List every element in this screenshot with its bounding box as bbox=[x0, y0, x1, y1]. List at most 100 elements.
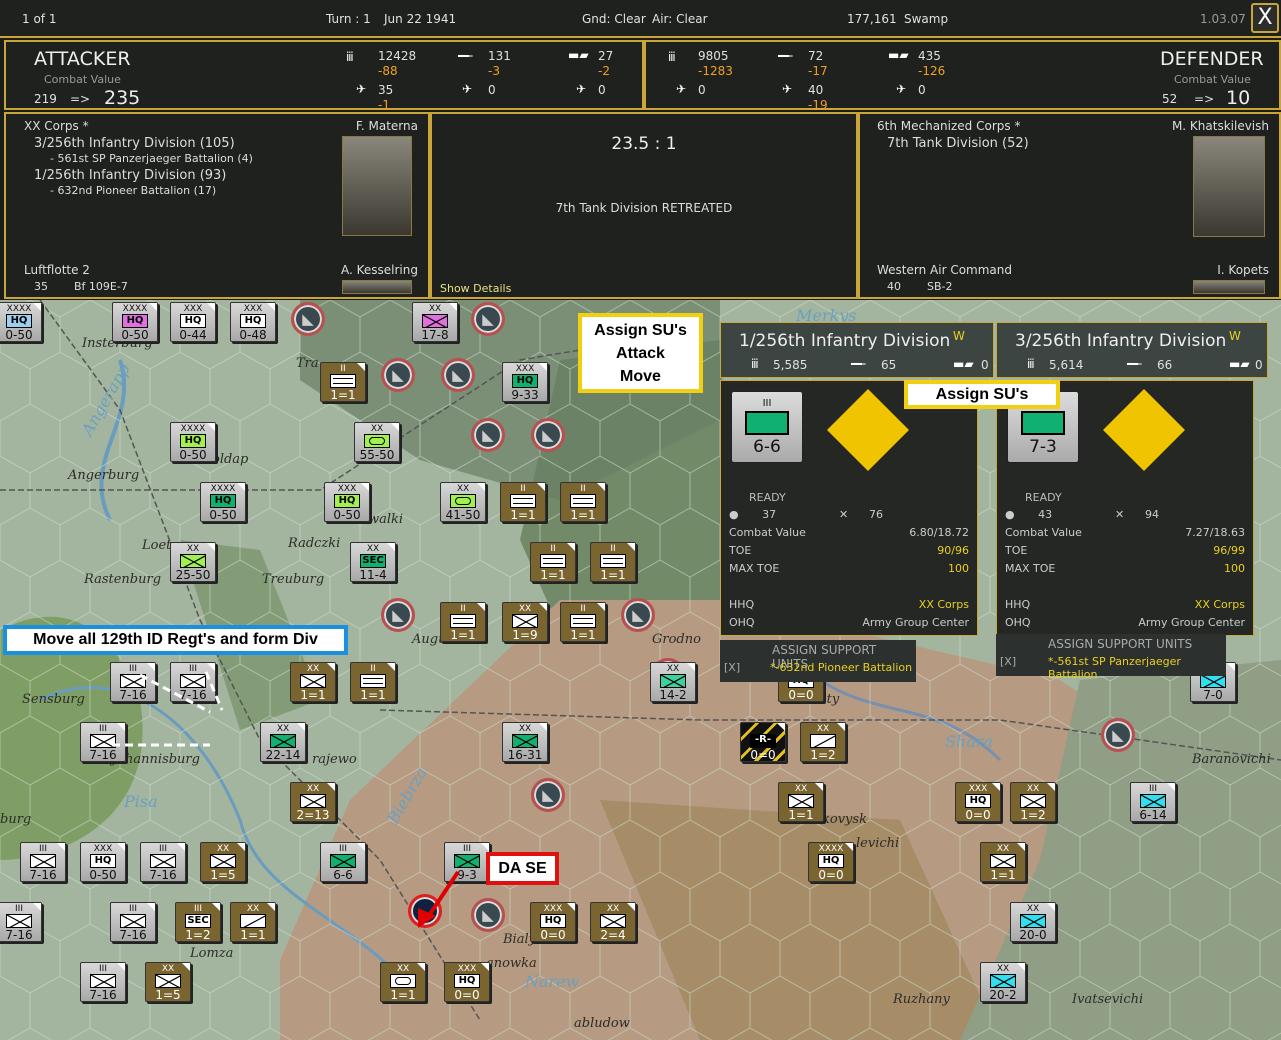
attacker-air-type: Bf 109E-7 bbox=[74, 280, 128, 293]
unit-guns: 66 bbox=[1157, 358, 1173, 372]
gun-icon: ━╾ bbox=[851, 357, 866, 371]
supply-row: ● 43 ✕ 94 bbox=[1005, 508, 1245, 522]
su-header: ASSIGN SUPPORT UNITS bbox=[1048, 637, 1193, 651]
fighter-icon: ✈ bbox=[676, 82, 687, 96]
defender-forces-panel: 6th Mechanized Corps * 7th Tank Division… bbox=[858, 112, 1281, 299]
tank-icon: ▬▰ bbox=[1229, 357, 1250, 371]
supply-row: ● 37 ✕ 76 bbox=[729, 508, 969, 522]
ohq-value[interactable]: Army Group Center bbox=[1138, 616, 1245, 629]
toe-value: 96/99 bbox=[1213, 544, 1245, 557]
unit-detail-title-2: 3/256th Infantry Division W ⅲ 5,614 ━╾ 6… bbox=[996, 322, 1268, 378]
attacker-afv-loss: -2 bbox=[598, 64, 610, 78]
max-toe-value: 100 bbox=[1224, 562, 1245, 575]
attacker-support-unit: - 561st SP Panzerjaeger Battalion (4) bbox=[50, 152, 253, 165]
attacker-air-count: 35 bbox=[34, 280, 48, 293]
unit-size: III bbox=[762, 398, 772, 409]
top-status-bar: 1 of 1 Turn : 1 Jun 22 1941 Gnd: Clear A… bbox=[0, 0, 1281, 38]
men-icon: ⅲ bbox=[346, 50, 354, 64]
defender-air-command: Western Air Command bbox=[877, 263, 1012, 277]
attacker-corps: XX Corps * bbox=[24, 119, 89, 133]
cv-value: 6.80/18.72 bbox=[909, 526, 969, 539]
hhq-value[interactable]: XX Corps bbox=[1195, 598, 1245, 611]
air-weather: Air: Clear bbox=[652, 12, 708, 26]
attacker-cv-to: 235 bbox=[104, 87, 141, 109]
su-unit[interactable]: *-632nd Pioneer Battalion bbox=[770, 661, 912, 674]
hhq-value[interactable]: XX Corps bbox=[919, 598, 969, 611]
turn: Turn : 1 bbox=[326, 12, 371, 26]
attacker-bombers: 0 bbox=[488, 83, 496, 97]
show-details-link[interactable]: Show Details bbox=[440, 282, 511, 295]
unit-men: 5,614 bbox=[1049, 358, 1084, 372]
defender-men-loss: -1283 bbox=[698, 64, 733, 78]
toe-label: TOE bbox=[1005, 544, 1028, 557]
unit-detail-body-2: III 7-3 READY ● 43✕94 Combat Value7.27/1… bbox=[996, 380, 1254, 636]
defender-other-air: 0 bbox=[918, 83, 926, 97]
defender-guns-loss: -17 bbox=[808, 64, 828, 78]
supply-value: 37 bbox=[762, 508, 777, 521]
gun-icon: ━╾ bbox=[1127, 357, 1142, 371]
cv-arrow: => bbox=[70, 92, 91, 106]
attacker-air-leader: A. Kesselring bbox=[341, 263, 418, 277]
cv-label: Combat Value bbox=[1005, 526, 1082, 539]
unit-counter[interactable]: III 6-6 bbox=[731, 391, 803, 463]
supply-value: 43 bbox=[1038, 508, 1053, 521]
army-group-center-emblem-icon bbox=[1102, 388, 1186, 472]
attacker-cv-from: 219 bbox=[34, 92, 57, 106]
unit-afv: 0 bbox=[1255, 358, 1263, 372]
unit-status: READY bbox=[749, 491, 786, 504]
assign-support-units-1: ASSIGN SUPPORT UNITS [X] *-632nd Pioneer… bbox=[720, 640, 916, 682]
unit-detail-title-1: 1/256th Infantry Division W ⅲ 5,585 ━╾ 6… bbox=[720, 322, 994, 378]
su-remove-button[interactable]: [X] bbox=[1000, 655, 1016, 668]
hhq-label: HHQ bbox=[729, 598, 755, 611]
leader-portrait bbox=[1193, 280, 1265, 294]
defender-leader: M. Khatskilevish bbox=[1171, 119, 1269, 133]
attacker-other-air: 0 bbox=[598, 83, 606, 97]
attacker-unit[interactable]: 3/256th Infantry Division (105) bbox=[34, 136, 235, 151]
defender-afv: 435 bbox=[918, 49, 941, 63]
combat-odds: 23.5 : 1 bbox=[611, 134, 677, 154]
attacker-leader: F. Materna bbox=[355, 119, 418, 133]
fatigue-value: 94 bbox=[1145, 508, 1159, 521]
ground-weather: Gnd: Clear bbox=[582, 12, 646, 26]
men-icon: ⅲ bbox=[668, 50, 676, 64]
tank-icon: ▬▰ bbox=[568, 48, 589, 62]
attacker-title: ATTACKER bbox=[34, 48, 131, 70]
fatigue-icon: ✕ bbox=[839, 508, 849, 521]
attacker-men-loss: -88 bbox=[378, 64, 398, 78]
unit-name: 1/256th Infantry Division bbox=[739, 331, 951, 351]
cv-arrow: => bbox=[1194, 92, 1215, 106]
bomber-icon: ✈ bbox=[782, 82, 793, 96]
cv-label: Combat Value bbox=[729, 526, 806, 539]
su-unit[interactable]: *-561st SP Panzerjaeger Battalion bbox=[1048, 655, 1226, 681]
infantry-symbol-icon bbox=[745, 411, 789, 435]
toe-value: 90/96 bbox=[937, 544, 969, 557]
defender-cv-label: Combat Value bbox=[1174, 73, 1251, 86]
attacker-unit[interactable]: 1/256th Infantry Division (93) bbox=[34, 168, 226, 183]
tank-icon: ▬▰ bbox=[953, 357, 974, 371]
attacker-guns: 131 bbox=[488, 49, 511, 63]
move-arrow bbox=[139, 673, 211, 714]
unit-badge: W bbox=[1229, 329, 1241, 343]
army-group-center-emblem-icon bbox=[826, 388, 910, 472]
version: 1.03.07 bbox=[1200, 12, 1246, 26]
assign-support-units-2: ASSIGN SUPPORT UNITS [X] *-561st SP Panz… bbox=[996, 634, 1226, 681]
ohq-value[interactable]: Army Group Center bbox=[862, 616, 969, 629]
unit-strength: 7-3 bbox=[1029, 437, 1057, 457]
annotation-line: Move bbox=[620, 368, 661, 385]
attacker-air-command: Luftflotte 2 bbox=[24, 263, 90, 277]
date: Jun 22 1941 bbox=[384, 12, 457, 26]
unit-afv: 0 bbox=[981, 358, 989, 372]
attacker-summary: ATTACKER Combat Value 219 => 235 ⅲ 12428… bbox=[4, 40, 644, 112]
close-button[interactable]: X bbox=[1251, 3, 1279, 33]
infantry-symbol-icon bbox=[1021, 411, 1065, 435]
hhq-label: HHQ bbox=[1005, 598, 1031, 611]
max-toe-label: MAX TOE bbox=[1005, 562, 1056, 575]
cv-value: 7.27/18.63 bbox=[1185, 526, 1245, 539]
attacker-fighters-loss: -1 bbox=[378, 98, 390, 112]
fighter-icon: ✈ bbox=[356, 82, 367, 96]
defender-bombers-loss: -19 bbox=[808, 98, 828, 112]
su-remove-button[interactable]: [X] bbox=[724, 661, 740, 674]
defender-unit[interactable]: 7th Tank Division (52) bbox=[887, 136, 1029, 151]
attacker-fighters: 35 bbox=[378, 83, 394, 97]
aircraft-icon: ✈ bbox=[576, 82, 587, 96]
